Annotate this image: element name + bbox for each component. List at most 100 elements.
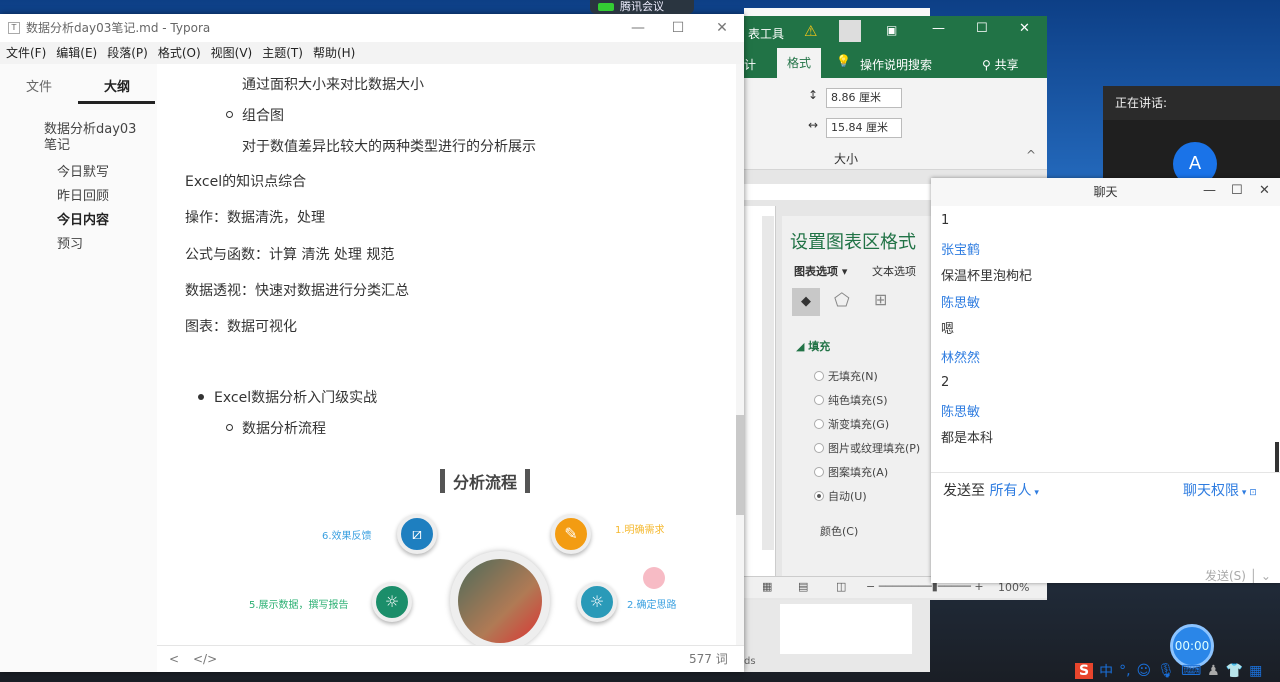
close-button[interactable]: ✕ — [702, 14, 742, 42]
option-label: 渐变填充(G) — [828, 418, 890, 431]
feedback-icon: ⧄ — [397, 514, 437, 554]
option-label: 无填充(N) — [828, 370, 878, 383]
outline-item[interactable]: 昨日回顾 — [57, 185, 109, 204]
send-to-label: 发送至 — [943, 483, 985, 499]
send-button[interactable]: 发送(S) │ ⌄ — [1205, 567, 1271, 584]
menu-view[interactable]: 视图(V) — [211, 42, 253, 64]
menu-theme[interactable]: 主题(T) — [262, 42, 303, 64]
normal-view-icon[interactable]: ▦ — [762, 580, 772, 593]
option-label: 自动(U) — [828, 490, 867, 503]
chat-sender[interactable]: 陈思敏 — [941, 292, 980, 311]
bullet — [226, 111, 233, 118]
emoji-icon[interactable]: ☺ — [1137, 663, 1152, 679]
page-layout-icon[interactable]: ▤ — [798, 580, 808, 593]
menu-bar: 文件(F) 编辑(E) 段落(P) 格式(O) 视图(V) 主题(T) 帮助(H… — [0, 42, 744, 64]
word-count[interactable]: 577 词 — [689, 646, 728, 673]
fill-section[interactable]: ◢ 填充 — [796, 338, 830, 354]
chat-window: 聊天 — ☐ ✕ 1 张宝鹤 保温杯里泡枸杞 陈思敏 嗯 林然然 2 陈思敏 都… — [931, 178, 1280, 583]
maximize-button[interactable]: ☐ — [1231, 183, 1243, 198]
menu-format[interactable]: 格式(O) — [158, 42, 201, 64]
radio-pattern-fill[interactable]: 图案填充(A) — [814, 464, 888, 480]
chat-message: 嗯 — [941, 322, 955, 337]
idea-hand-icon: ☼ — [577, 582, 617, 622]
height-value: 8.86 厘米 — [831, 91, 881, 104]
menu-edit[interactable]: 编辑(E) — [56, 42, 97, 64]
microphone-icon[interactable]: 🎙 — [1157, 663, 1175, 679]
radio-gradient-fill[interactable]: 渐变填充(G) — [814, 416, 889, 432]
maximize-button[interactable]: ☐ — [976, 21, 988, 36]
size-properties-icon[interactable]: ⊞ — [874, 290, 887, 309]
tell-me-search[interactable]: 操作说明搜索 — [860, 56, 932, 73]
punctuation-icon[interactable]: °, — [1119, 663, 1130, 679]
minimize-button[interactable]: — — [932, 21, 945, 36]
paragraph: 公式与函数：计算 清洗 处理 规范 — [185, 247, 395, 263]
scrollbar-thumb[interactable] — [736, 415, 744, 515]
toggle-sidebar-button[interactable]: < — [169, 646, 179, 673]
fill-section-label: 填充 — [808, 340, 831, 353]
source-mode-button[interactable]: </> — [193, 646, 217, 673]
width-input[interactable]: 15.84 厘米 — [826, 118, 902, 138]
sogou-logo-icon[interactable]: S — [1075, 663, 1094, 679]
height-input[interactable]: 8.86 厘米 — [826, 88, 902, 108]
toolbox-icon[interactable]: ▦ — [1249, 663, 1262, 679]
list-item: 数据分析流程 — [242, 421, 326, 437]
center-photo — [450, 551, 550, 645]
skin-icon[interactable]: 👕 — [1226, 663, 1243, 679]
close-button[interactable]: ✕ — [1259, 183, 1270, 198]
fill-line-icon[interactable]: ◆ — [792, 288, 820, 316]
option-label: 纯色填充(S) — [828, 394, 888, 407]
send-to-selector[interactable]: 发送至 所有人 ▾ — [943, 480, 1039, 500]
tab-outline[interactable]: 大纲 — [104, 76, 130, 95]
outline-item-active[interactable]: 今日内容 — [57, 209, 109, 228]
ime-language[interactable]: 中 — [1099, 661, 1113, 681]
chart-options-tab[interactable]: 图表选项 ▾ — [794, 263, 847, 279]
tencent-meeting-indicator[interactable]: 腾讯会议 — [590, 0, 694, 14]
minimize-button[interactable]: — — [618, 14, 658, 42]
color-label[interactable]: 颜色(C) — [820, 523, 858, 539]
tab-design[interactable]: 计 — [744, 56, 756, 73]
ribbon-display-icon[interactable]: ▣ — [886, 23, 897, 37]
avatar[interactable] — [839, 20, 861, 42]
outline-item[interactable]: 预习 — [57, 233, 83, 252]
typora-logo-icon: T — [8, 22, 20, 34]
tab-format[interactable]: 格式 — [777, 48, 821, 78]
sidebar: 文件 大纲 数据分析day03笔记 今日默写 昨日回顾 今日内容 预习 — [0, 64, 157, 672]
radio-picture-fill[interactable]: 图片或纹理填充(P) — [814, 440, 920, 456]
page-break-icon[interactable]: ◫ — [836, 580, 846, 593]
effects-icon[interactable]: ⬠ — [834, 290, 850, 311]
outline-item-root[interactable]: 数据分析day03笔记 — [44, 122, 139, 154]
maximize-button[interactable]: ☐ — [658, 14, 698, 42]
paragraph: Excel的知识点综合 — [185, 174, 307, 190]
chat-input[interactable] — [931, 500, 1280, 560]
tab-files[interactable]: 文件 — [26, 76, 52, 95]
chat-sender[interactable]: 陈思敏 — [941, 401, 980, 420]
cursor-highlight — [643, 567, 665, 589]
chat-sender[interactable]: 张宝鹤 — [941, 239, 980, 258]
minimize-button[interactable]: — — [1203, 183, 1216, 198]
chat-scrollbar[interactable] — [1275, 442, 1279, 472]
share-button[interactable]: ⚲ 共享 — [982, 56, 1019, 73]
close-button[interactable]: ✕ — [1019, 21, 1030, 36]
chat-message: 2 — [941, 375, 950, 390]
chat-message: 1 — [941, 213, 950, 228]
step-label: 2.确定思路 — [627, 600, 677, 611]
pane-scrollbar[interactable] — [762, 216, 774, 550]
radio-automatic[interactable]: 自动(U) — [814, 488, 867, 504]
menu-paragraph[interactable]: 段落(P) — [107, 42, 148, 64]
outline-item[interactable]: 今日默写 — [57, 161, 109, 180]
sheet-tab[interactable]: ds — [744, 656, 756, 667]
text-options-tab[interactable]: 文本选项 — [872, 263, 916, 279]
menu-file[interactable]: 文件(F) — [6, 42, 46, 64]
editor-scrollbar[interactable] — [736, 64, 744, 645]
radio-solid-fill[interactable]: 纯色填充(S) — [814, 392, 888, 408]
chat-sender[interactable]: 林然然 — [941, 347, 980, 366]
menu-help[interactable]: 帮助(H) — [313, 42, 355, 64]
collapse-ribbon-icon[interactable]: ^ — [1026, 148, 1036, 162]
editor-content[interactable]: 通过面积大小来对比数据大小 组合图 对于数值差异比较大的两种类型进行的分析展示 … — [157, 64, 744, 645]
chat-permission-button[interactable]: 聊天权限 ▾ ⊡ — [1183, 480, 1257, 500]
keyboard-icon[interactable]: ⌨ — [1181, 663, 1201, 679]
warning-icon[interactable]: ⚠ — [804, 22, 817, 40]
divider — [931, 472, 1280, 473]
radio-no-fill[interactable]: 无填充(N) — [814, 368, 878, 384]
user-icon[interactable]: ♟ — [1207, 663, 1220, 679]
